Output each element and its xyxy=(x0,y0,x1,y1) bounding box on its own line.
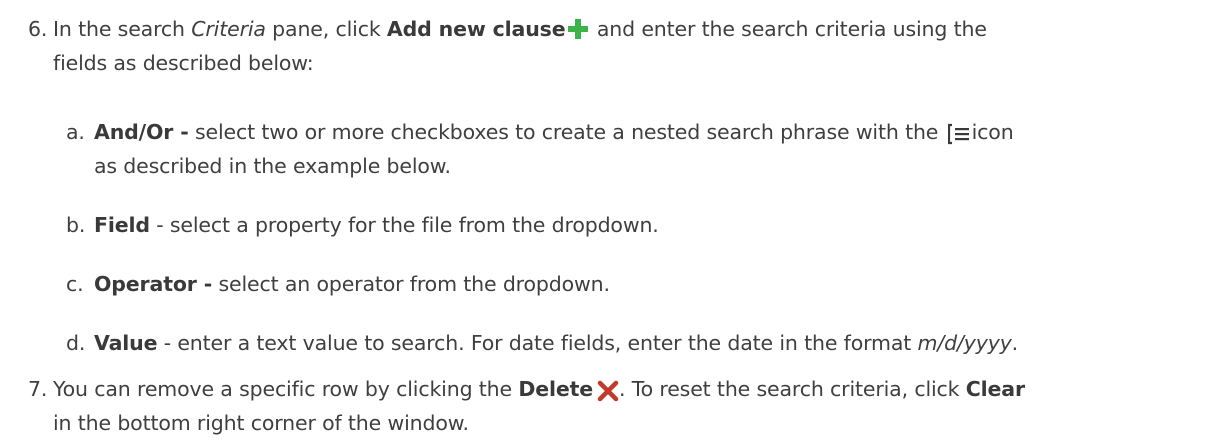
substep-b: b. Field - select a property for the fil… xyxy=(66,208,1206,242)
step-7: 7. You can remove a specific row by clic… xyxy=(28,372,1208,440)
text-run: fields as described below: xyxy=(53,51,314,75)
value-term: Value xyxy=(94,331,158,355)
nest-icon xyxy=(947,121,970,144)
text-run: select an operator from the dropdown. xyxy=(212,272,610,296)
substep-d-text: Value - enter a text value to search. Fo… xyxy=(94,326,1206,360)
field-term: Field xyxy=(94,213,150,237)
substep-letter: c. xyxy=(66,272,84,296)
criteria-term: Criteria xyxy=(191,17,266,41)
text-run: select two or more checkboxes to create … xyxy=(188,120,945,144)
text-run: You can remove a specific row by clickin… xyxy=(53,377,519,401)
clear-term: Clear xyxy=(965,377,1025,401)
text-run: icon xyxy=(971,120,1014,144)
text-run: in the bottom right corner of the window… xyxy=(53,411,469,435)
substep-letter: d. xyxy=(66,331,86,355)
delete-term: Delete xyxy=(518,377,594,401)
text-run: - enter a text value to search. For date… xyxy=(157,331,918,355)
substep-letter: b. xyxy=(66,213,86,237)
step-7-text: You can remove a specific row by clickin… xyxy=(53,372,1208,440)
text-run: In the search xyxy=(53,17,192,41)
step-6: 6. In the search Criteria pane, click Ad… xyxy=(28,12,1208,80)
operator-term: Operator - xyxy=(94,272,213,296)
date-format: m/d/yyyy xyxy=(917,331,1012,355)
substep-d: d. Value - enter a text value to search.… xyxy=(66,326,1206,360)
text-run: - select a property for the file from th… xyxy=(149,213,659,237)
text-run: . xyxy=(1011,331,1019,355)
substep-b-text: Field - select a property for the file f… xyxy=(94,208,1206,242)
substep-letter: a. xyxy=(66,120,85,144)
text-run: as described in the example below. xyxy=(94,154,451,178)
substep-c-text: Operator - select an operator from the d… xyxy=(94,267,1206,301)
substep-a: a. And/Or - select two or more checkboxe… xyxy=(66,115,1206,183)
text-run: . To reset the search criteria, click xyxy=(619,377,966,401)
substep-c: c. Operator - select an operator from th… xyxy=(66,267,1206,301)
step-6-text: In the search Criteria pane, click Add n… xyxy=(53,12,1208,80)
substep-a-text: And/Or - select two or more checkboxes t… xyxy=(94,115,1206,183)
x-icon xyxy=(597,378,619,401)
step-number: 7. xyxy=(28,377,48,401)
step-number: 6. xyxy=(28,17,48,41)
text-run: and enter the search criteria using the xyxy=(590,17,987,41)
plus-icon xyxy=(568,18,589,39)
text-run: pane, click xyxy=(265,17,387,41)
and-or-term: And/Or - xyxy=(94,120,189,144)
add-new-clause-term: Add new clause xyxy=(386,17,566,41)
